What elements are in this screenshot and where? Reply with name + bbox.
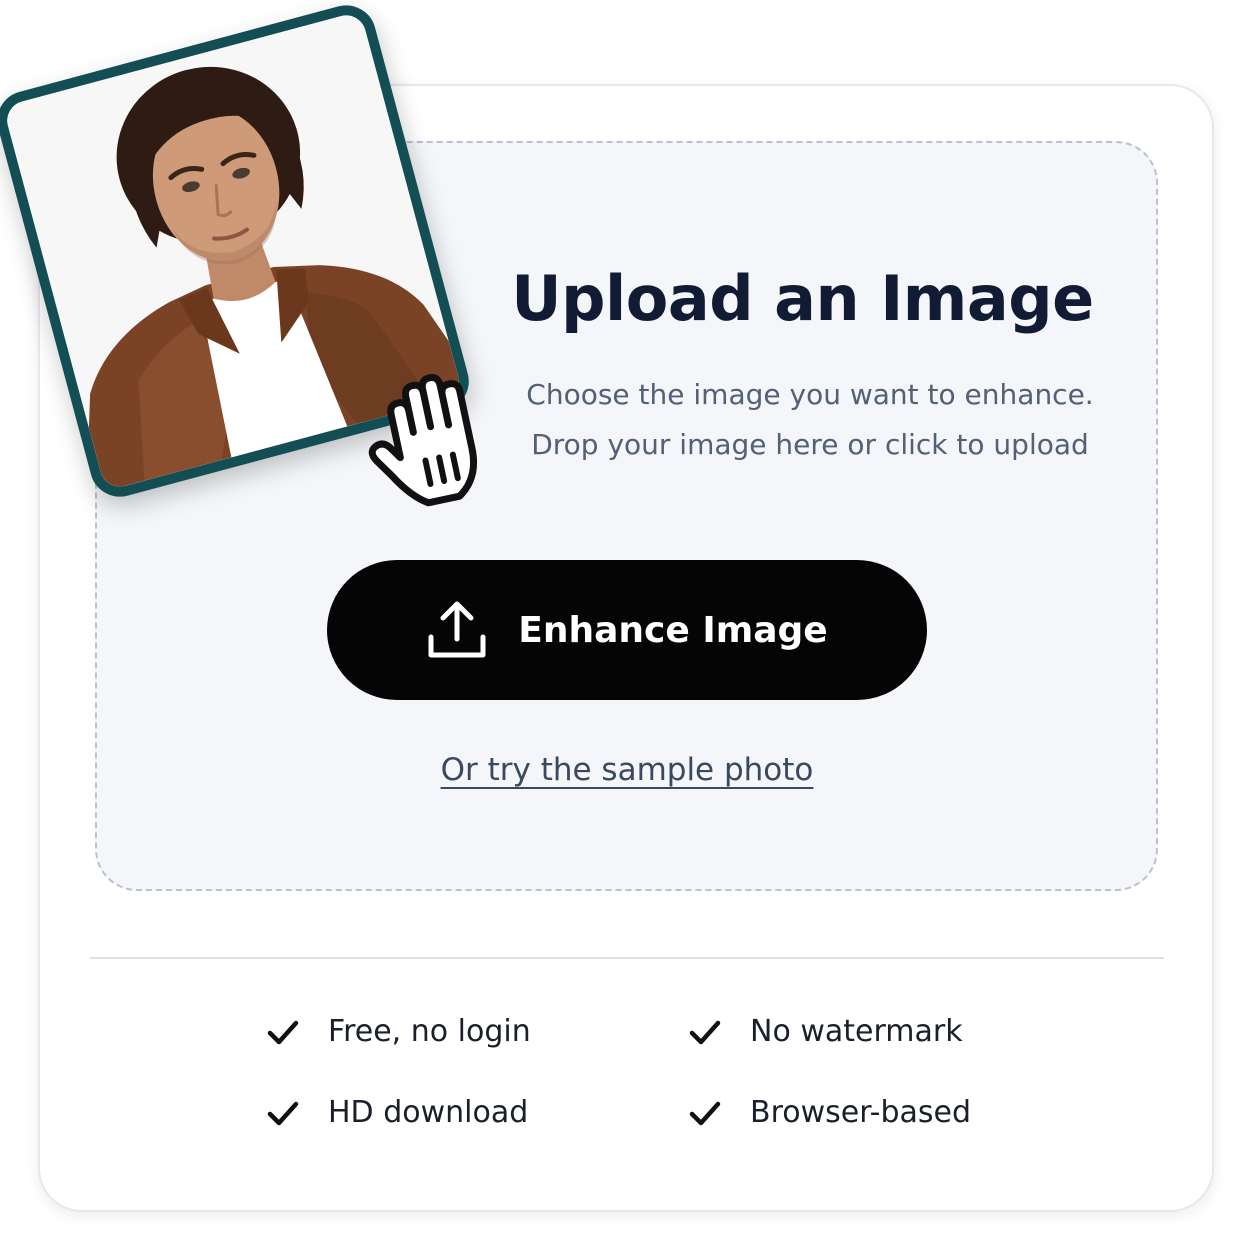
check-icon xyxy=(688,1096,722,1130)
check-icon xyxy=(266,1096,300,1130)
upload-subtitle-line2: Drop your image here or click to upload xyxy=(531,428,1089,461)
upload-icon xyxy=(426,599,488,661)
feature-item-hd-download: HD download xyxy=(266,1095,528,1130)
check-icon xyxy=(266,1015,300,1049)
enhance-image-button[interactable]: Enhance Image xyxy=(327,560,927,700)
feature-item-browser-based: Browser-based xyxy=(688,1095,971,1130)
enhance-image-label: Enhance Image xyxy=(518,609,828,651)
feature-item-free: Free, no login xyxy=(266,1014,531,1049)
feature-label: HD download xyxy=(328,1095,529,1130)
feature-item-no-watermark: No watermark xyxy=(688,1014,963,1049)
check-icon xyxy=(688,1015,722,1049)
upload-subtitle-line1: Choose the image you want to enhance. xyxy=(526,378,1094,411)
feature-label: Free, no login xyxy=(328,1014,531,1049)
hand-pointer-cursor-icon xyxy=(355,358,515,518)
sample-photo-link[interactable]: Or try the sample photo xyxy=(380,752,874,788)
upload-page: Upload an Image Choose the image you wan… xyxy=(0,0,1254,1254)
upload-title: Upload an Image xyxy=(511,262,1094,335)
feature-label: Browser-based xyxy=(750,1095,972,1130)
feature-label: No watermark xyxy=(750,1014,963,1049)
divider xyxy=(90,957,1164,959)
